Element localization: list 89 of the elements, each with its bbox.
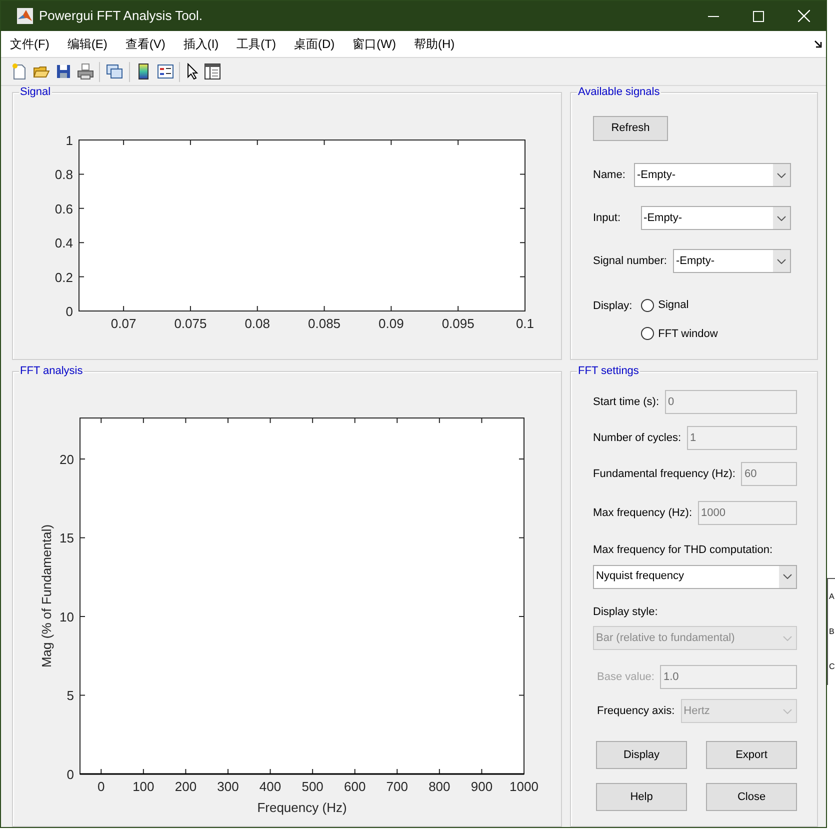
tick-label: 0: [66, 304, 73, 319]
chevron-down-icon: [777, 172, 786, 178]
field-label: Number of cycles:: [593, 430, 682, 446]
close-icon[interactable]: [798, 10, 810, 22]
chevron-down-icon: [783, 636, 792, 640]
field-label: Display:: [593, 299, 632, 314]
radio-label: Signal: [658, 298, 689, 313]
panel-layout-icon[interactable]: [204, 63, 221, 80]
menu-item[interactable]: 插入(I): [183, 35, 219, 53]
action-button[interactable]: Export: [706, 741, 797, 769]
tick-label: 0.2: [54, 270, 73, 285]
window-text: B: [828, 626, 834, 637]
radio-button[interactable]: [641, 327, 654, 340]
field-label: Display style:: [593, 604, 659, 620]
tick-label: 0.1: [516, 316, 534, 331]
tick-label: 0.09: [378, 316, 404, 331]
tick-label: 20: [60, 452, 74, 467]
tick-label: 700: [386, 779, 408, 794]
chevron-down-icon: [777, 216, 786, 220]
new-file-icon[interactable]: [11, 63, 28, 80]
tick-label: 300: [217, 779, 239, 794]
tick-label: 400: [259, 779, 282, 794]
action-button[interactable]: Help: [596, 783, 687, 811]
pointer-icon[interactable]: [185, 63, 199, 80]
window-text: A: [828, 592, 834, 602]
tick-label: 0.08: [244, 316, 270, 331]
tick-label: 10: [60, 609, 74, 624]
action-button[interactable]: Display: [596, 741, 687, 769]
action-button[interactable]: Close: [706, 783, 797, 811]
menu-item[interactable]: 桌面(D): [294, 35, 335, 53]
field-label: Base value:: [597, 670, 654, 685]
app-icon: [17, 8, 33, 24]
panel-title: FFT settings: [577, 365, 640, 378]
field-label: Start time (s):: [593, 394, 660, 410]
tick-label: 1000: [510, 779, 538, 794]
chevron-down-icon: [783, 574, 792, 579]
radio-button[interactable]: [641, 298, 654, 312]
menu-item[interactable]: 工具(T): [236, 35, 276, 53]
tick-label: 100: [132, 779, 154, 794]
tick-label: 0.07: [110, 316, 136, 331]
menu-item[interactable]: 帮助(H): [414, 35, 455, 53]
window-title: Powergui FFT Analysis Tool.: [39, 7, 203, 26]
field-label: Input:: [593, 210, 621, 226]
panel-title: Available signals: [577, 86, 661, 99]
maximize-icon[interactable]: [753, 10, 764, 22]
refresh-button[interactable]: Refresh: [593, 116, 668, 141]
tick-label: 0.6: [54, 201, 73, 216]
panel-title: FFT analysis: [19, 365, 84, 378]
tick-label: 600: [344, 779, 366, 794]
dropdown[interactable]: -Empty-: [634, 163, 791, 187]
axis-title: Frequency (Hz): [257, 800, 347, 815]
print-icon[interactable]: [77, 63, 94, 80]
window-text: C: [828, 662, 835, 672]
chevron-down-icon: [777, 258, 786, 264]
tick-label: 0.8: [54, 167, 73, 182]
tick-label: 0.085: [308, 316, 341, 331]
tick-label: 15: [60, 530, 74, 546]
menu-item[interactable]: 文件(F): [10, 35, 50, 53]
tick-label: 200: [174, 779, 197, 794]
tick-label: 800: [428, 779, 450, 794]
tick-label: 1: [66, 133, 73, 148]
field-label: Max frequency (Hz):: [593, 506, 692, 521]
tick-label: 5: [66, 688, 74, 704]
tick-label: 0: [66, 767, 74, 782]
save-icon[interactable]: [55, 63, 72, 80]
field-label: Fundamental frequency (Hz):: [593, 466, 736, 482]
tick-label: 0: [98, 779, 105, 794]
field-label: Max frequency for THD computation:: [593, 543, 774, 558]
legend-icon[interactable]: [157, 63, 174, 80]
field-label: Name:: [593, 168, 626, 183]
chevron-down-icon: [783, 708, 792, 714]
undock-arrow-icon[interactable]: [814, 40, 822, 48]
field-label: Signal number:: [593, 254, 667, 269]
dropdown[interactable]: -Empty-: [640, 206, 791, 230]
menu-item[interactable]: 查看(V): [125, 35, 166, 53]
tick-label: 500: [302, 779, 324, 794]
axis-title: Mag (% of Fundamental): [39, 524, 54, 668]
dropdown[interactable]: -Empty-: [673, 249, 791, 273]
tick-label: 0.4: [54, 236, 73, 251]
menu-item[interactable]: 编辑(E): [67, 35, 108, 53]
menu-item[interactable]: 窗口(W): [352, 35, 396, 53]
linked-windows-icon[interactable]: [105, 63, 124, 80]
tick-label: 0.075: [174, 316, 207, 331]
dropdown[interactable]: Nyquist frequency: [593, 564, 797, 588]
panel-title: Signal: [19, 86, 52, 99]
tick-label: 900: [470, 779, 493, 794]
tick-label: 0.095: [442, 316, 474, 331]
radio-label: FFT window: [658, 326, 718, 342]
field-label: Frequency axis:: [597, 704, 675, 719]
